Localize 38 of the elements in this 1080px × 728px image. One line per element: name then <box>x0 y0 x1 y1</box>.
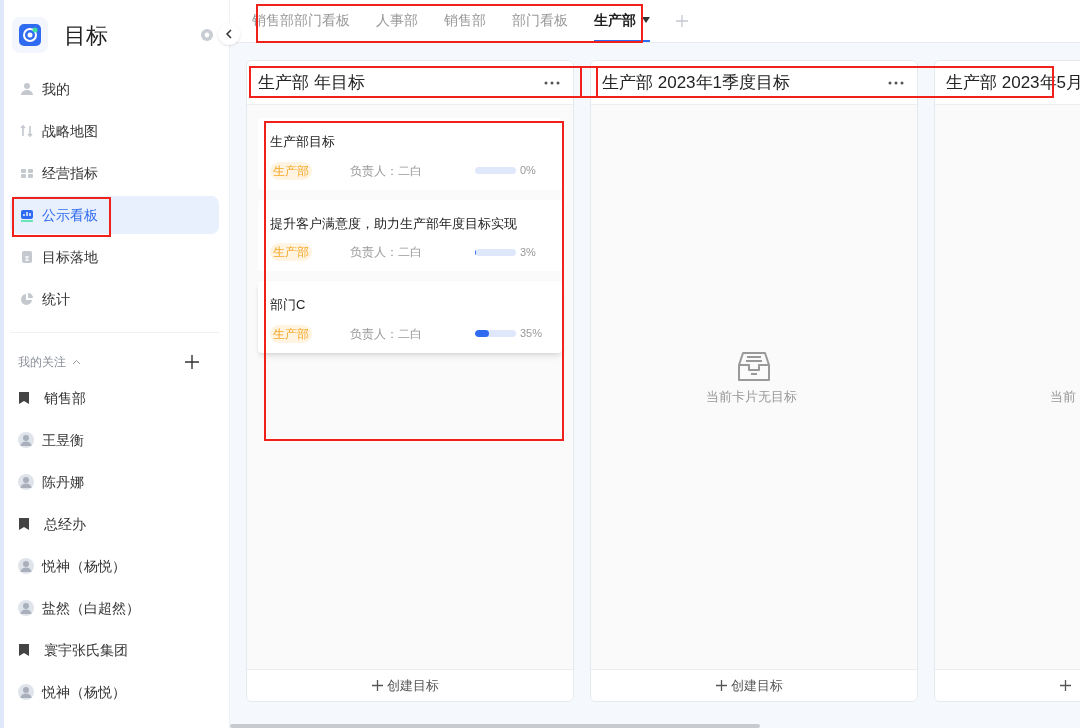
progress-percent: 0% <box>520 163 537 179</box>
follow-item[interactable]: 悦神（杨悦） <box>0 545 229 587</box>
create-goal-button[interactable]: 创建目标 <box>591 669 917 701</box>
nav-item[interactable]: 公示看板 <box>10 196 219 234</box>
section-title: 我的关注 <box>18 354 66 371</box>
goal-title: 生产部目标 <box>270 133 336 151</box>
follow-item[interactable]: 销售部 <box>0 377 229 419</box>
goal-card[interactable]: 部门C 生产部 负责人：二白 35% <box>258 281 562 353</box>
goal-card[interactable]: 生产部目标 生产部 负责人：二白 0% <box>258 118 562 190</box>
owner-label: 负责人：二白 <box>350 162 422 180</box>
goal-title: 提升客户满意度，助力生产部年度目标实现 <box>270 214 518 233</box>
empty-message: 当前卡片无目标 <box>706 387 797 406</box>
tab[interactable]: 生产部 <box>594 0 650 42</box>
nav-item[interactable]: 统计 <box>10 280 219 318</box>
progress-percent: 35% <box>520 326 544 342</box>
follow-item[interactable]: 王昱衡 <box>0 419 229 461</box>
department-tag: 生产部 <box>270 324 312 343</box>
column-title: 生产部 2023年1季度目标 <box>602 71 790 94</box>
follow-item[interactable]: 总经办 <box>0 503 229 545</box>
progress-percent: 3% <box>520 244 537 260</box>
follow-item[interactable]: 陈丹娜 <box>0 461 229 503</box>
nav-item[interactable]: 我的 <box>10 70 219 108</box>
owner-label: 负责人：二白 <box>350 325 422 343</box>
department-tag: 生产部 <box>270 161 312 180</box>
follow-item[interactable]: 悦神（杨悦） <box>0 671 229 713</box>
follow-item[interactable]: 盐然（白超然） <box>0 587 229 629</box>
department-tag: 生产部 <box>270 243 312 261</box>
owner-label: 负责人：二白 <box>350 244 422 261</box>
nav-item[interactable]: 目标落地 <box>10 238 219 276</box>
goal-title: 部门C <box>270 296 307 314</box>
column-title: 生产部 年目标 <box>258 71 365 94</box>
follow-item[interactable]: 寰宇张氏集团 <box>0 629 229 671</box>
empty-message: 当前 <box>1050 387 1076 406</box>
create-goal-button[interactable]: 创建目标 <box>247 669 573 701</box>
app-title: 目标 <box>64 21 108 50</box>
nav-item[interactable]: 战略地图 <box>10 112 219 150</box>
goal-card[interactable]: 提升客户满意度，助力生产部年度目标实现 生产部 负责人：二白 3% <box>258 199 562 271</box>
nav-item[interactable]: 经营指标 <box>10 154 219 192</box>
